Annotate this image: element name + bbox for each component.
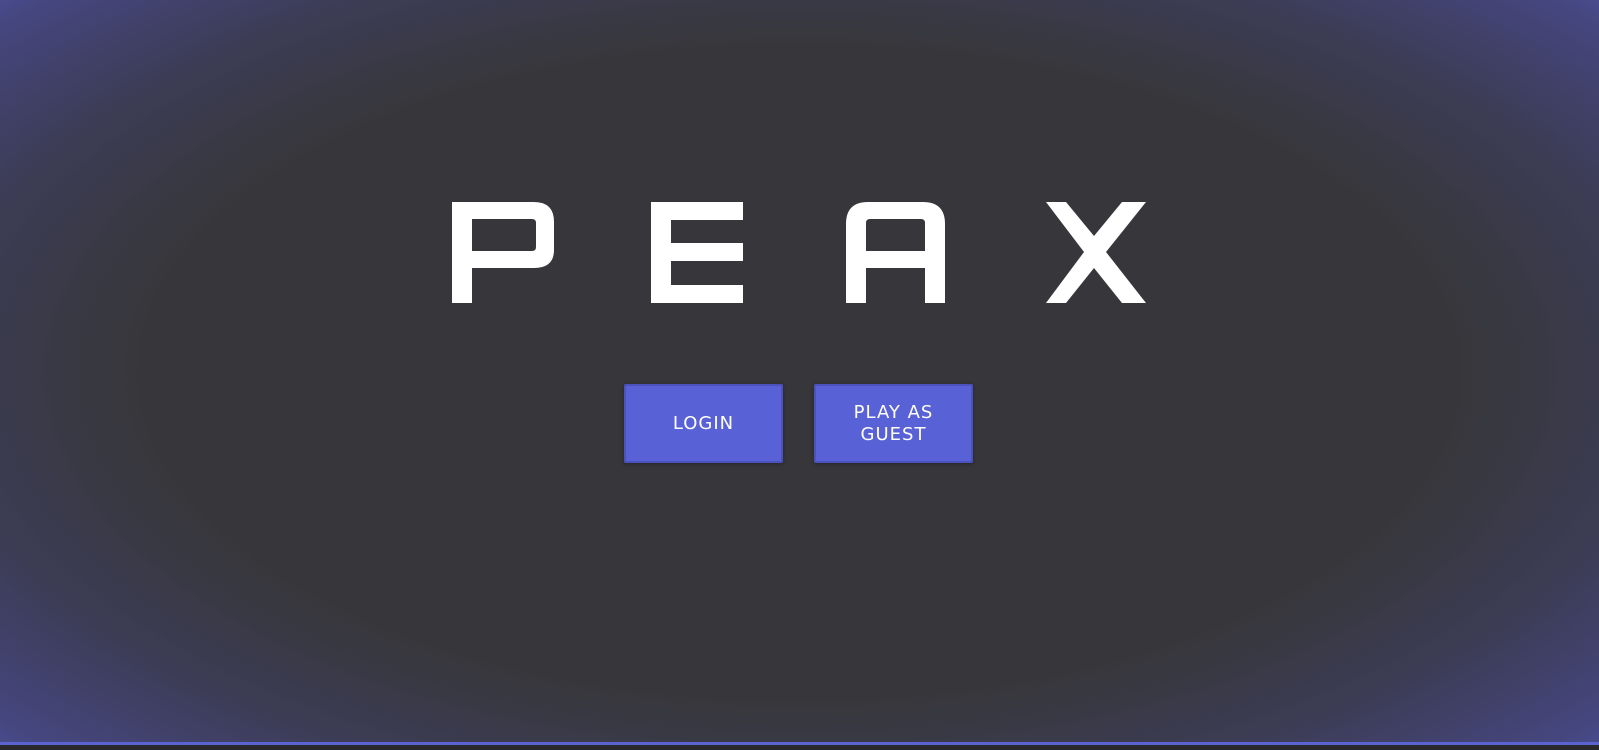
title-letter-x xyxy=(1046,202,1146,303)
bottom-accent-line xyxy=(0,742,1599,745)
game-title-text: PEAX xyxy=(452,304,453,305)
play-as-guest-button[interactable]: PLAY AS GUEST xyxy=(814,384,973,463)
menu-buttons: LOGIN PLAY AS GUEST xyxy=(624,384,973,463)
bottom-bar xyxy=(0,745,1599,750)
game-title-logo xyxy=(452,202,1146,303)
login-screen: PEAX LOGIN PLAY AS GUEST xyxy=(0,0,1599,745)
title-letter-a xyxy=(846,202,945,303)
title-letter-p xyxy=(452,202,554,303)
game-title: PEAX xyxy=(452,202,1148,304)
login-button[interactable]: LOGIN xyxy=(624,384,783,463)
title-letter-e xyxy=(651,202,743,303)
